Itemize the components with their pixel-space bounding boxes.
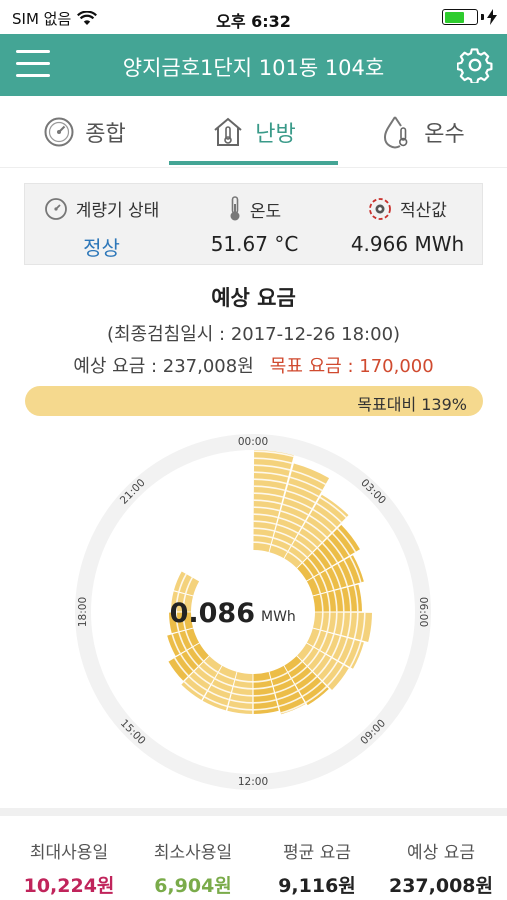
summary-value: 237,008원: [388, 875, 494, 897]
cumulative-label-row: 적산값: [331, 196, 484, 221]
target-ratio-bar: 목표대비 139%: [25, 386, 483, 416]
cumulative-label: 적산값: [400, 201, 447, 221]
meter-info-panel: 계량기 상태 정상 온도 51.67 °C 적산값 4.966 MWh: [24, 183, 483, 265]
summary-average-fee: 평균 요금 9,116원: [254, 838, 380, 898]
hour-tick-label: 18:00: [77, 597, 89, 627]
center-value: 0.086: [170, 598, 255, 629]
meter-status-value: 정상: [83, 236, 120, 260]
target-ratio-text: 목표대비 139%: [357, 395, 467, 414]
gauge-icon: [44, 117, 74, 147]
tab-summary[interactable]: 종합: [0, 96, 169, 168]
summary-label: 예상 요금: [407, 843, 475, 863]
cumulative-cell: 적산값 4.966 MWh: [331, 184, 484, 266]
target-fee: 목표 요금 : 170,000: [269, 356, 434, 377]
expected-fee: 예상 요금 : 237,008원: [73, 356, 254, 377]
summary-label: 최대사용일: [29, 843, 109, 863]
gear-icon: [456, 48, 493, 85]
center-unit: MWh: [261, 609, 296, 625]
temperature-label-row: 온도: [178, 196, 331, 222]
status-bar: SIM 없음 오후 6:32: [0, 0, 507, 34]
summary-bar: 최대사용일 10,224원 최소사용일 6,904원 평균 요금 9,116원 …: [0, 808, 507, 900]
hour-tick-label: 00:00: [238, 436, 268, 448]
tab-summary-label: 종합: [85, 122, 126, 147]
meter-status-label-row: 계량기 상태: [25, 196, 178, 221]
menu-line: [16, 62, 50, 65]
summary-expected-fee: 예상 요금 237,008원: [378, 838, 504, 898]
tab-hot-water-label: 온수: [424, 122, 465, 147]
summary-min-day: 최소사용일 6,904원: [130, 838, 256, 898]
gauge-icon: [44, 197, 67, 220]
summary-max-day: 최대사용일 10,224원: [6, 838, 132, 898]
usage-radial-chart-area: 0.086 MWh 00:00 03:00 06:00 09:00 12:00 15:00 18…: [0, 425, 507, 795]
tab-heating[interactable]: 난방: [169, 96, 338, 168]
active-tab-indicator: [169, 161, 338, 165]
meter-status-label: 계량기 상태: [75, 201, 160, 221]
summary-value: 10,224원: [23, 875, 115, 897]
temperature-value: 51.67 °C: [210, 232, 299, 256]
drop-thermometer-icon: [384, 116, 408, 149]
battery-icon: [442, 9, 478, 25]
tab-bar: 종합 난방 온수: [0, 96, 507, 168]
app-header: 양지금호1단지 101동 104호: [0, 34, 507, 96]
tab-hot-water[interactable]: 온수: [338, 96, 507, 168]
summary-value: 6,904원: [154, 875, 232, 897]
cumulative-gear-icon: [369, 197, 391, 220]
menu-line: [16, 50, 50, 53]
fee-line: 예상 요금 : 237,008원 목표 요금 : 170,000: [0, 352, 507, 378]
status-time: 오후 6:32: [216, 12, 291, 31]
usage-radial-chart: 0.086 MWh00:0003:0006:0009:0012:0015:0018…: [75, 434, 431, 790]
cumulative-value: 4.966 MWh: [350, 232, 465, 256]
summary-label: 평균 요금: [283, 843, 351, 863]
estimate-title: 예상 요금: [211, 286, 296, 310]
summary-label: 최소사용일: [153, 843, 233, 863]
settings-button[interactable]: [456, 47, 493, 85]
temperature-label: 온도: [249, 201, 282, 222]
status-right: [442, 9, 497, 25]
battery-tip: [481, 14, 484, 20]
meter-status-cell: 계량기 상태 정상: [25, 184, 178, 266]
thermometer-icon: [230, 196, 240, 221]
reading-date: (최종검침일시 : 2017-12-26 18:00): [106, 324, 401, 345]
hour-tick-label: 06:00: [417, 597, 429, 627]
charging-bolt-icon: [487, 9, 497, 25]
tab-heating-label: 난방: [255, 122, 296, 147]
summary-value: 9,116원: [278, 875, 356, 897]
page-title: 양지금호1단지 101동 104호: [122, 56, 385, 80]
house-thermometer-icon: [214, 117, 242, 146]
menu-line: [16, 74, 50, 77]
temperature-cell: 온도 51.67 °C: [178, 184, 331, 266]
hour-tick-label: 12:00: [238, 776, 268, 788]
menu-button[interactable]: [16, 50, 50, 80]
